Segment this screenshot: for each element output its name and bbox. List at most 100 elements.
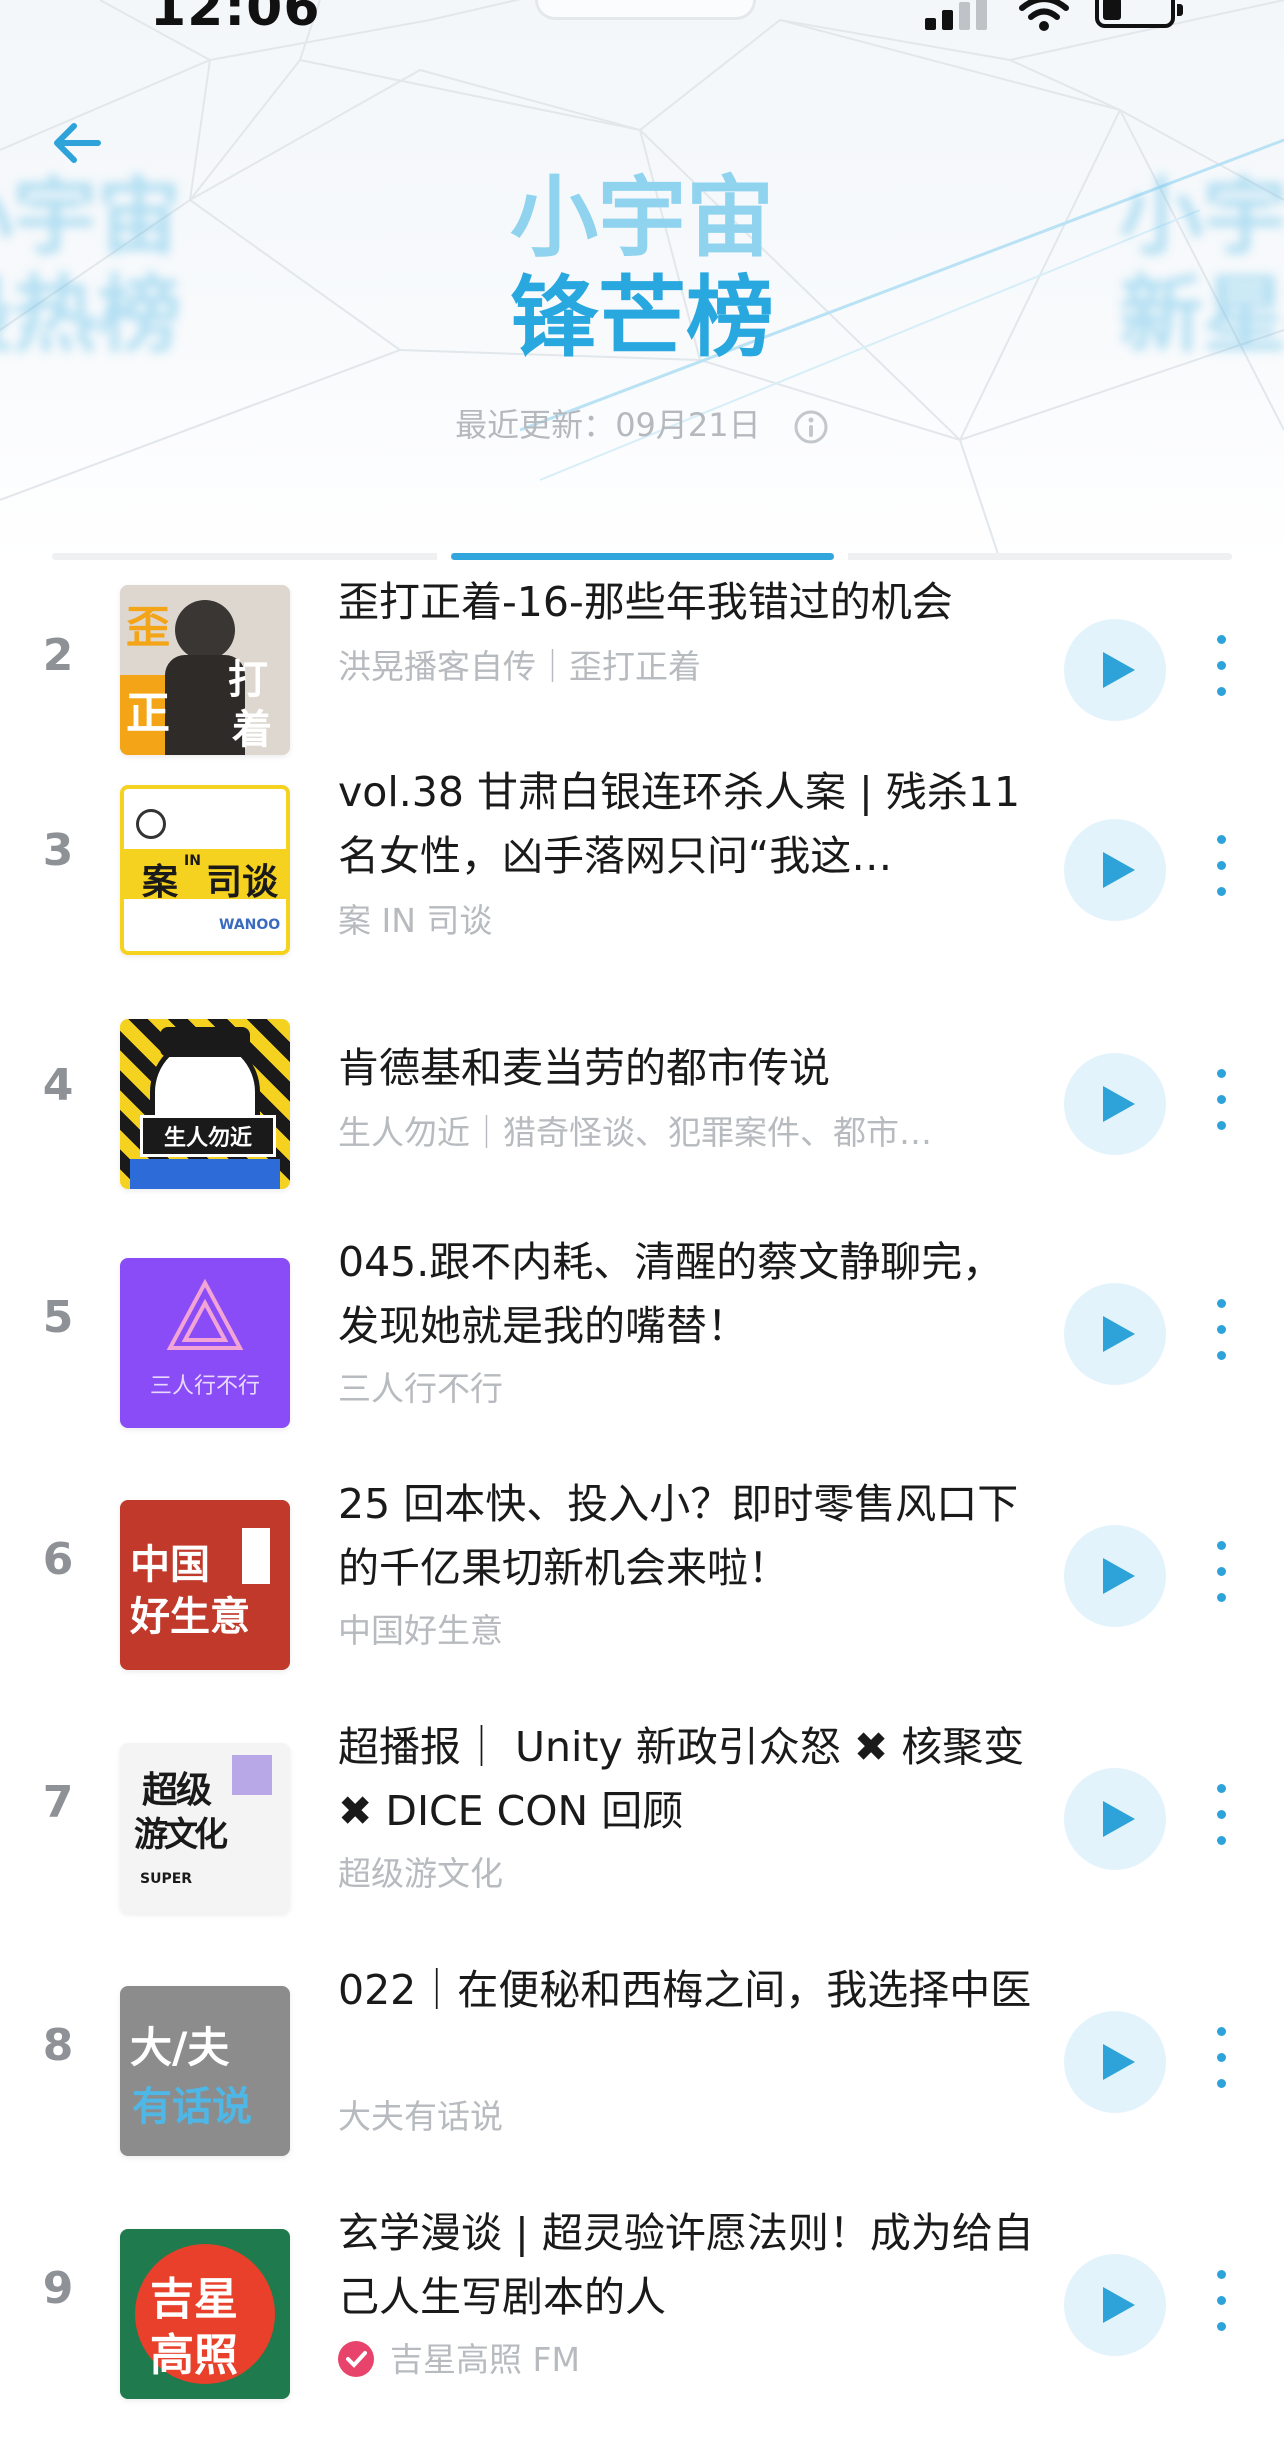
- play-button[interactable]: [1064, 1283, 1166, 1385]
- podcast-cover[interactable]: 超级 游文化 SUPER: [120, 1743, 290, 1913]
- podcast-cover[interactable]: 三人行不行: [120, 1258, 290, 1428]
- play-icon: [1103, 1558, 1135, 1594]
- cover-text: 着: [232, 707, 272, 753]
- podcast-name-row[interactable]: 吉星高照 FM: [338, 2333, 1008, 2381]
- cover-text: 超级: [142, 1770, 212, 1811]
- cover-text: IN: [184, 853, 201, 869]
- more-options-icon[interactable]: [1203, 1774, 1239, 1864]
- list-item[interactable]: 4 生人勿近 肯德基和麦当劳的都市传说 生人勿近｜猎奇怪谈、犯罪案件、都市…: [0, 992, 1284, 1222]
- more-options-icon[interactable]: [1203, 825, 1239, 915]
- play-button[interactable]: [1064, 1768, 1166, 1870]
- episode-title[interactable]: 超播报｜ Unity 新政引众怒 ✖ 核聚变 ✖ DICE CON 回顾: [338, 1715, 1038, 1843]
- cover-text: 司谈: [206, 862, 279, 903]
- podcast-cover[interactable]: 大/夫 有话说: [120, 1986, 290, 2156]
- podcast-cover[interactable]: 中国 好生意: [120, 1500, 290, 1670]
- rank-number: 7: [42, 1777, 74, 1828]
- side-chart-title-right[interactable]: 小宇宙 新星榜: [1080, 168, 1284, 364]
- cover-text: 大/夫: [130, 2023, 230, 2072]
- podcast-name[interactable]: 洪晃播客自传｜歪打正着: [338, 640, 1008, 688]
- play-icon: [1103, 652, 1135, 688]
- episode-title[interactable]: 045.跟不内耗、清醒的蔡文静聊完，发现她就是我的嘴替！: [338, 1230, 1038, 1358]
- play-button[interactable]: [1064, 619, 1166, 721]
- info-icon[interactable]: [793, 409, 829, 445]
- podcast-name[interactable]: 中国好生意: [338, 1604, 1008, 1652]
- podcast-name[interactable]: 生人勿近｜猎奇怪谈、犯罪案件、都市…: [338, 1106, 1008, 1154]
- cover-text: 吉星: [150, 2274, 238, 2325]
- episode-title[interactable]: 玄学漫谈 | 超灵验许愿法则！成为给自己人生写剧本的人: [338, 2201, 1038, 2329]
- cover-text: 有话说: [132, 2084, 252, 2130]
- more-options-icon[interactable]: [1203, 2260, 1239, 2350]
- back-arrow-icon[interactable]: [48, 115, 108, 171]
- podcast-cover[interactable]: 吉星 高照: [120, 2229, 290, 2399]
- podcast-name[interactable]: 超级游文化: [338, 1847, 1008, 1895]
- podcast-cover[interactable]: 歪 打 正 着: [120, 585, 290, 755]
- list-item[interactable]: 9 吉星 高照 玄学漫谈 | 超灵验许愿法则！成为给自己人生写剧本的人 吉星高照…: [0, 2191, 1284, 2421]
- more-options-icon[interactable]: [1203, 1531, 1239, 1621]
- play-icon: [1103, 1316, 1135, 1352]
- status-time: 12:06: [150, 0, 321, 38]
- cover-text: WANOO: [219, 917, 281, 933]
- side-chart-title-left[interactable]: 小宇宙 最热榜: [0, 168, 220, 364]
- dynamic-island: [535, 0, 756, 20]
- rank-number: 4: [42, 1060, 74, 1111]
- chart-title-line2: 锋芒榜: [509, 266, 774, 369]
- play-button[interactable]: [1064, 819, 1166, 921]
- chart-title: 小宇宙 锋芒榜: [442, 168, 842, 368]
- more-options-icon[interactable]: [1203, 1289, 1239, 1379]
- episode-list: 2 歪 打 正 着 歪打正着-16-那些年我错过的机会 洪晃播客自传｜歪打正着 …: [0, 560, 1284, 2461]
- cover-text: 中国: [130, 1542, 210, 1588]
- rank-number: 5: [42, 1292, 74, 1343]
- rank-number: 8: [42, 2020, 74, 2071]
- cover-text: 好生意: [130, 1594, 250, 1640]
- update-date: 09月21日: [615, 406, 761, 444]
- list-item[interactable]: 2 歪 打 正 着 歪打正着-16-那些年我错过的机会 洪晃播客自传｜歪打正着: [0, 560, 1284, 760]
- episode-title[interactable]: 歪打正着-16-那些年我错过的机会: [338, 570, 1038, 634]
- update-label: 最近更新：: [455, 406, 616, 444]
- tab-indicator-1[interactable]: [52, 553, 437, 560]
- play-icon: [1103, 2044, 1135, 2080]
- play-button[interactable]: [1064, 2011, 1166, 2113]
- rank-number: 2: [42, 630, 74, 681]
- podcast-name[interactable]: 三人行不行: [338, 1362, 1008, 1410]
- list-item[interactable]: 7 超级 游文化 SUPER 超播报｜ Unity 新政引众怒 ✖ 核聚变 ✖ …: [0, 1705, 1284, 1935]
- podcast-name[interactable]: 大夫有话说: [338, 2090, 1008, 2138]
- episode-title[interactable]: 肯德基和麦当劳的都市传说: [338, 1036, 1038, 1100]
- cover-text: 正: [126, 688, 170, 739]
- cover-text: SUPER: [140, 1871, 193, 1887]
- podcast-cover[interactable]: 案 IN 司谈 WANOO: [120, 785, 290, 955]
- episode-title[interactable]: vol.38 甘肃白银连环杀人案 | 残杀11名女性，凶手落网只问“我这…: [338, 760, 1038, 888]
- podcast-name: 吉星高照 FM: [390, 2340, 580, 2379]
- play-button[interactable]: [1064, 1053, 1166, 1155]
- play-button[interactable]: [1064, 1525, 1166, 1627]
- cover-text: 游文化: [134, 1815, 228, 1855]
- cover-text: 高照: [150, 2330, 238, 2381]
- side-right-line2: 新星榜: [1118, 266, 1284, 364]
- list-item[interactable]: 3 案 IN 司谈 WANOO vol.38 甘肃白银连环杀人案 | 残杀11名…: [0, 760, 1284, 990]
- play-icon: [1103, 2287, 1135, 2323]
- play-button[interactable]: [1064, 2254, 1166, 2356]
- cellular-signal-icon: [925, 0, 995, 34]
- chart-title-line1: 小宇宙: [509, 166, 774, 269]
- cover-text: 歪: [126, 602, 170, 653]
- play-icon: [1103, 1086, 1135, 1122]
- more-options-icon[interactable]: [1203, 625, 1239, 715]
- side-right-line1: 小宇宙: [1118, 168, 1284, 266]
- rank-number: 6: [42, 1534, 74, 1585]
- podcast-name[interactable]: 案 IN 司谈: [338, 894, 1008, 942]
- podcast-cover[interactable]: 生人勿近: [120, 1019, 290, 1189]
- update-info: 最近更新：09月21日: [0, 400, 1284, 446]
- more-options-icon[interactable]: [1203, 1059, 1239, 1149]
- wifi-icon: [1019, 0, 1069, 31]
- episode-title[interactable]: 022｜在便秘和西梅之间，我选择中医: [338, 1958, 1038, 2086]
- cover-text: 生人勿近: [140, 1115, 276, 1157]
- list-item[interactable]: 8 大/夫 有话说 022｜在便秘和西梅之间，我选择中医 大夫有话说: [0, 1948, 1284, 2178]
- play-icon: [1103, 852, 1135, 888]
- cover-text: 案: [142, 862, 179, 903]
- cover-text: 三人行不行: [149, 1374, 260, 1399]
- chart-tabs-indicator: [52, 553, 1232, 560]
- list-item[interactable]: 5 三人行不行 045.跟不内耗、清醒的蔡文静聊完，发现她就是我的嘴替！ 三人行…: [0, 1220, 1284, 1450]
- more-options-icon[interactable]: [1203, 2017, 1239, 2107]
- episode-title[interactable]: 25 回本快、投入小？即时零售风口下的千亿果切新机会来啦！: [338, 1472, 1038, 1600]
- tab-indicator-2-active[interactable]: [451, 553, 834, 560]
- list-item[interactable]: 6 中国 好生意 25 回本快、投入小？即时零售风口下的千亿果切新机会来啦！ 中…: [0, 1462, 1284, 1692]
